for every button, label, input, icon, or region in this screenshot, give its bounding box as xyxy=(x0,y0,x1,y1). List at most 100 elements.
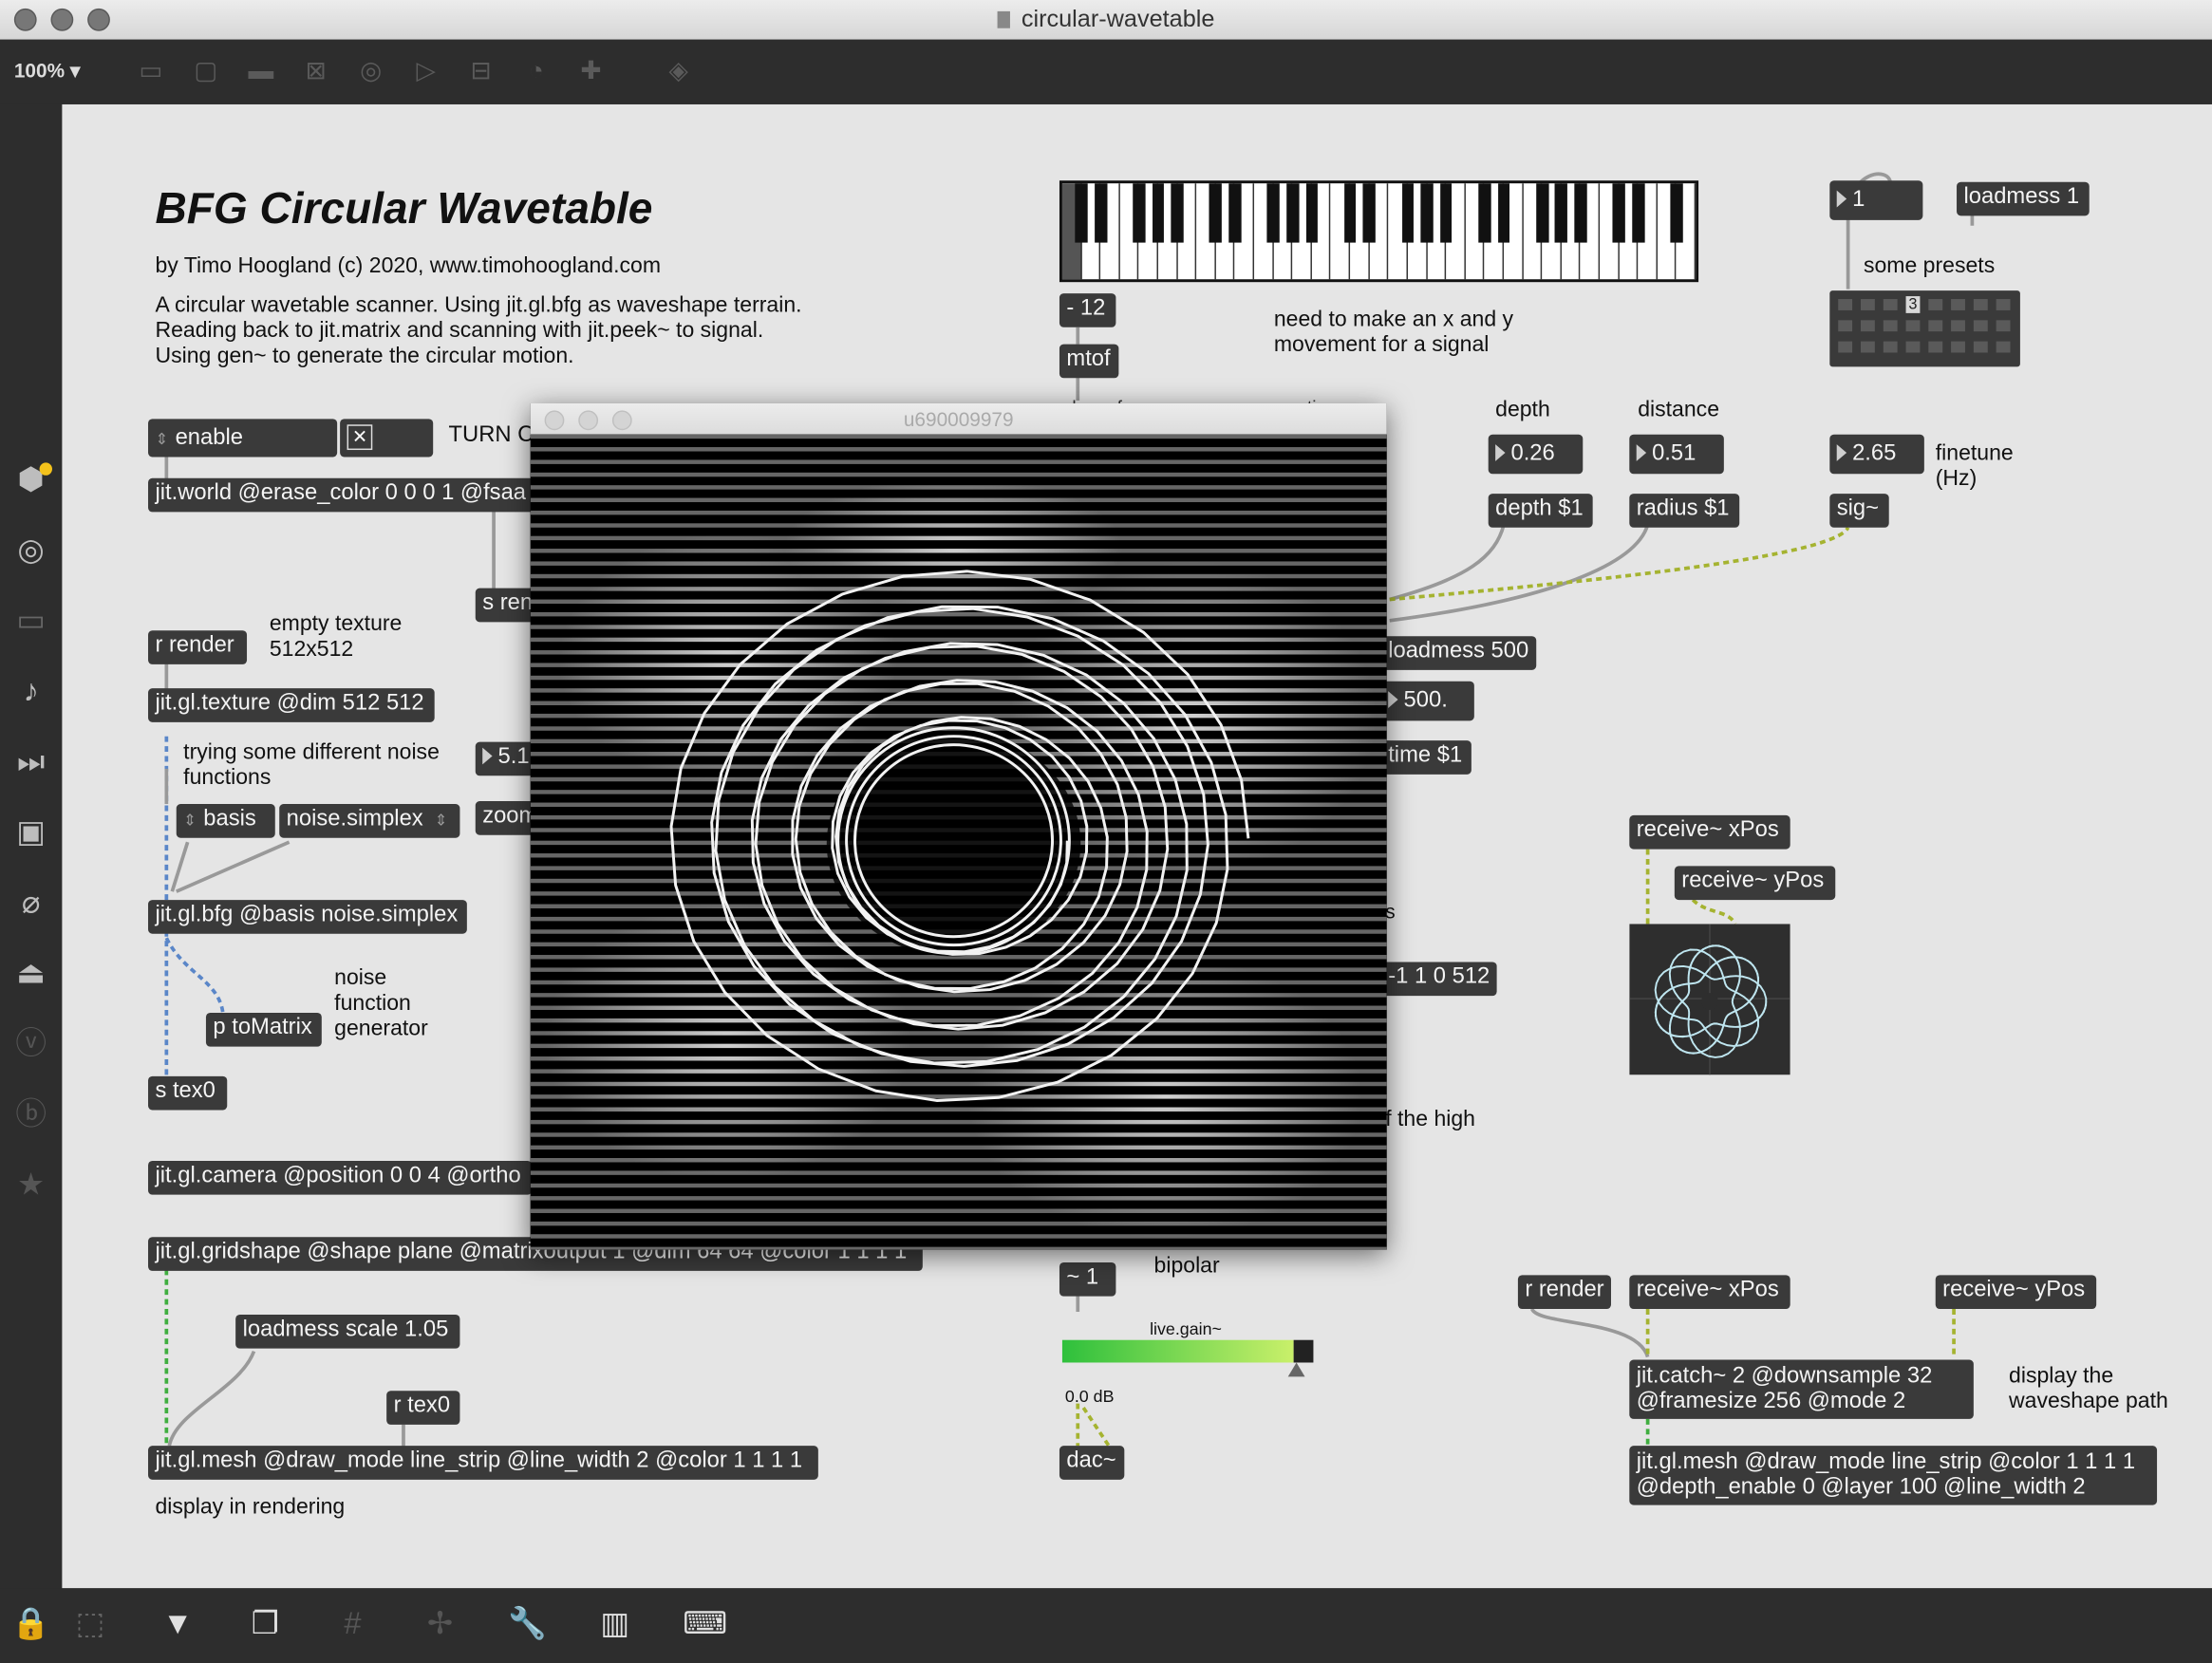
p-tomatrix-object[interactable]: p toMatrix xyxy=(205,1012,322,1047)
grid-icon[interactable]: # xyxy=(333,1605,373,1642)
preset-slot[interactable] xyxy=(1951,341,1965,353)
distance-number-box[interactable]: 0.51 xyxy=(1629,434,1724,475)
loadmess-1-message[interactable]: loadmess 1 xyxy=(1957,181,2090,216)
jit-world-object[interactable]: jit.world @erase_color 0 0 0 1 @fsaa xyxy=(148,477,536,513)
preset-slot[interactable] xyxy=(1951,320,1965,332)
piano-icon[interactable]: ▥ xyxy=(595,1605,635,1642)
preset-slot[interactable] xyxy=(1973,299,1988,310)
preset-slot[interactable] xyxy=(1838,299,1853,310)
black-key[interactable] xyxy=(1362,183,1376,243)
depth-message[interactable]: depth $1 xyxy=(1488,494,1593,528)
preset-slot[interactable] xyxy=(1838,320,1853,332)
mtof-object[interactable]: mtof xyxy=(1059,344,1119,379)
black-key[interactable] xyxy=(1497,183,1510,243)
black-key[interactable] xyxy=(1133,183,1146,243)
render-minimize-button[interactable] xyxy=(578,410,599,431)
sig-object[interactable]: sig~ xyxy=(1829,494,1889,528)
preset-slot[interactable] xyxy=(1928,299,1943,310)
live-gain-slider[interactable] xyxy=(1061,1339,1314,1377)
present-mode-icon[interactable]: ▼ xyxy=(158,1605,197,1642)
black-key[interactable] xyxy=(1574,183,1587,243)
black-key[interactable] xyxy=(1555,183,1568,243)
finetune-number-box[interactable]: 2.65 xyxy=(1829,434,1924,475)
black-key[interactable] xyxy=(1266,183,1280,243)
black-key[interactable] xyxy=(1075,183,1088,243)
preset-slot[interactable] xyxy=(1951,299,1965,310)
jit-gl-mesh-object-2[interactable]: jit.gl.mesh @draw_mode line_strip @color… xyxy=(1629,1446,2158,1505)
black-key[interactable] xyxy=(1478,183,1491,243)
black-key[interactable] xyxy=(1343,183,1357,243)
zoom-message[interactable]: zoom xyxy=(475,801,538,835)
receive-xpos-object[interactable]: receive~ xPos xyxy=(1629,814,1790,850)
preset-slot[interactable] xyxy=(1928,320,1943,332)
black-key[interactable] xyxy=(1228,183,1242,243)
black-key[interactable] xyxy=(1171,183,1184,243)
render-window[interactable]: u690009979 xyxy=(530,402,1387,1250)
black-key[interactable] xyxy=(1209,183,1223,243)
render-close-button[interactable] xyxy=(544,410,565,431)
s-tex0-object[interactable]: s tex0 xyxy=(148,1075,228,1111)
kslider-keyboard[interactable] xyxy=(1059,180,1699,283)
enable-umenu[interactable]: ⇕ enable xyxy=(148,419,338,458)
black-key[interactable] xyxy=(1152,183,1165,243)
jit-gl-bfg-object[interactable]: jit.gl.bfg @basis noise.simplex xyxy=(148,900,467,934)
black-key[interactable] xyxy=(1286,183,1299,243)
loadmess-500-message[interactable]: loadmess 500 xyxy=(1380,636,1537,670)
black-key[interactable] xyxy=(1612,183,1625,243)
r-render-object[interactable]: r render xyxy=(148,630,248,664)
black-key[interactable] xyxy=(1535,183,1548,243)
preset-slot[interactable] xyxy=(1996,341,2011,353)
minus-12-object[interactable]: - 12 xyxy=(1059,293,1116,327)
loadmess-scale-message[interactable]: loadmess scale 1.05 xyxy=(235,1314,460,1349)
time-message[interactable]: time $1 xyxy=(1380,740,1472,775)
preset-slot[interactable] xyxy=(1905,320,1921,332)
r-tex0-object[interactable]: r tex0 xyxy=(386,1391,460,1425)
s-render-object[interactable]: s ren xyxy=(475,588,538,623)
dac-object[interactable]: dac~ xyxy=(1059,1446,1125,1480)
windows-icon[interactable]: ❐ xyxy=(246,1605,286,1642)
wrench-icon[interactable]: 🔧 xyxy=(508,1605,548,1642)
receive-xpos-object-2[interactable]: receive~ xPos xyxy=(1629,1275,1790,1310)
preset-slot[interactable] xyxy=(1860,341,1875,353)
black-key[interactable] xyxy=(1420,183,1434,243)
lock-icon[interactable]: 🔒 xyxy=(11,1605,51,1642)
depth-number-box[interactable]: 0.26 xyxy=(1488,434,1584,475)
black-key[interactable] xyxy=(1305,183,1319,243)
preset-slot[interactable] xyxy=(1883,341,1898,353)
enable-toggle[interactable]: ✕ xyxy=(340,419,434,458)
preset-slot[interactable] xyxy=(1928,341,1943,353)
preset-slot[interactable] xyxy=(1905,341,1921,353)
preset-object[interactable]: 3 xyxy=(1829,290,2020,367)
preset-slot[interactable] xyxy=(1996,320,2011,332)
black-key[interactable] xyxy=(1401,183,1415,243)
black-key[interactable] xyxy=(1094,183,1107,243)
preset-number-box[interactable]: 1 xyxy=(1829,180,1923,220)
jit-gl-mesh-object[interactable]: jit.gl.mesh @draw_mode line_strip @line_… xyxy=(148,1446,818,1480)
render-zoom-button[interactable] xyxy=(611,410,632,431)
preset-slot[interactable] xyxy=(1973,341,1988,353)
preset-slot[interactable] xyxy=(1860,299,1875,310)
number-5-1[interactable]: 5.1 xyxy=(475,741,538,776)
r-render-object-2[interactable]: r render xyxy=(1517,1275,1611,1310)
noise-simplex-umenu[interactable]: noise.simplex ⇕ xyxy=(279,804,460,838)
receive-ypos-object[interactable]: receive~ yPos xyxy=(1674,866,1836,901)
radius-message[interactable]: radius $1 xyxy=(1629,494,1740,528)
preset-slot[interactable] xyxy=(1860,320,1875,332)
snap-icon[interactable]: ✢ xyxy=(421,1605,460,1642)
presentation-icon[interactable]: ⬚ xyxy=(70,1605,110,1642)
preset-slot[interactable]: 3 xyxy=(1905,296,1921,313)
preset-slot[interactable] xyxy=(1838,341,1853,353)
gain-handle[interactable] xyxy=(1287,1362,1305,1377)
black-key[interactable] xyxy=(1670,183,1683,243)
jit-gl-texture-object[interactable]: jit.gl.texture @dim 512 512 xyxy=(148,688,435,722)
basis-umenu[interactable]: ⇕ basis xyxy=(176,804,275,838)
black-key[interactable] xyxy=(1439,183,1453,243)
range-512-message[interactable]: -1 1 0 512 xyxy=(1380,962,1497,997)
preset-slot[interactable] xyxy=(1996,299,2011,310)
jit-gl-camera-object[interactable]: jit.gl.camera @position 0 0 4 @ortho xyxy=(148,1160,533,1195)
receive-ypos-object-2[interactable]: receive~ yPos xyxy=(1935,1275,2097,1310)
bipolar-object[interactable]: ~ 1 xyxy=(1059,1261,1116,1297)
jit-catch-object[interactable]: jit.catch~ 2 @downsample 32 @framesize 2… xyxy=(1629,1359,1974,1419)
preset-slot[interactable] xyxy=(1883,320,1898,332)
keyboard-icon[interactable]: ⌨ xyxy=(683,1605,727,1642)
